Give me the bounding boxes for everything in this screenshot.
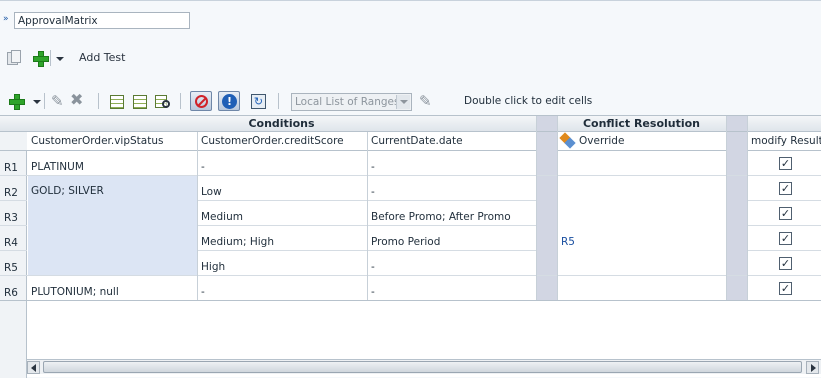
override-label: Override [579,135,625,147]
row-label-r6[interactable]: R6 [4,287,18,299]
conditions-group-header: Conditions [27,116,536,132]
horizontal-scrollbar[interactable] [27,359,821,374]
validate-button[interactable]: ! [218,91,240,111]
cell-date-r4[interactable]: Promo Period [367,236,440,248]
toolbar-separator [44,93,45,109]
cell-credit-r4[interactable]: Medium; High [197,236,274,248]
add-condition-column-icon[interactable] [110,95,124,109]
add-test-dropdown-icon[interactable] [56,57,64,61]
row-label-r5[interactable]: R5 [4,262,18,274]
column-divider [557,116,558,300]
chevron-down-icon[interactable] [396,95,410,109]
add-row-dropdown-icon[interactable] [33,100,41,104]
column-divider [747,116,748,300]
modify-result-checkbox-r2[interactable]: ✓ [779,182,792,195]
row-divider [0,300,821,301]
column-header-override[interactable]: Override [557,132,726,151]
row-divider [0,250,27,251]
row-divider [747,250,821,251]
edit-list-pencil-icon[interactable]: ✎ [419,93,432,109]
decision-table: Conditions Conflict Resolution CustomerO… [0,115,821,378]
row-divider [0,200,27,201]
cell-override-r4-link[interactable]: R5 [557,236,575,248]
row-header-corner [0,116,27,132]
list-select-value: Local List of Ranges [295,96,400,108]
edit-hint-text: Double click to edit cells [464,95,593,107]
add-test-icon[interactable] [33,51,49,67]
top-border [0,0,821,1]
refresh-icon[interactable]: ↻ [251,94,266,109]
cell-vip-r2[interactable]: GOLD; SILVER [27,185,104,197]
toolbar-separator [50,50,51,66]
toolbar-separator [98,93,99,109]
add-row-icon[interactable] [9,94,25,110]
row-label-r1[interactable]: R1 [4,162,18,174]
collapse-chevron-icon[interactable]: » [3,14,11,24]
prohibited-icon [195,95,208,108]
override-icon [559,132,576,149]
spacer-header [726,116,747,132]
cell-credit-r1[interactable]: - [197,161,205,173]
cell-date-r6[interactable]: - [367,286,375,298]
cell-credit-r6[interactable]: - [197,286,205,298]
spacer-header [536,116,557,132]
column-divider [726,116,727,300]
row-header-corner [0,132,27,151]
column-header-credit-score[interactable]: CustomerOrder.creditScore [197,132,367,151]
toolbar-separator [278,93,279,109]
cell-vip-r1[interactable]: PLATINUM [27,161,84,173]
row-label-r4[interactable]: R4 [4,237,18,249]
modify-result-checkbox-r4[interactable]: ✓ [779,232,792,245]
column-header-vip-status[interactable]: CustomerOrder.vipStatus [27,132,197,151]
row-divider [0,275,821,276]
scrollbar-thumb[interactable] [43,361,802,373]
conflict-resolution-group-header: Conflict Resolution [557,116,726,132]
clipboard-icon[interactable] [7,50,21,66]
cell-credit-r2[interactable]: Low [197,186,222,198]
column-divider [536,116,537,300]
cell-credit-r3[interactable]: Medium [197,211,243,223]
find-in-table-icon[interactable] [155,94,171,110]
row-divider [747,200,821,201]
add-action-column-icon[interactable] [133,95,147,109]
row-divider [0,225,27,226]
modify-result-checkbox-r5[interactable]: ✓ [779,257,792,270]
info-icon: ! [222,94,237,109]
row-label-r2[interactable]: R2 [4,187,18,199]
edit-pencil-icon[interactable]: ✎ [51,93,64,109]
modify-result-checkbox-r3[interactable]: ✓ [779,207,792,220]
row-divider [747,225,821,226]
matrix-name-input[interactable] [14,12,190,29]
disable-rule-button[interactable] [190,91,212,111]
cell-credit-r5[interactable]: High [197,261,225,273]
row-divider [0,175,821,176]
modify-result-checkbox-r6[interactable]: ✓ [779,282,792,295]
column-header-modify-result[interactable]: modify Result [747,132,821,151]
scroll-right-arrow-icon[interactable] [806,361,819,374]
cell-date-r5[interactable]: - [367,261,375,273]
column-header-current-date[interactable]: CurrentDate.date [367,132,536,151]
toolbar-separator [180,93,181,109]
cell-date-r3[interactable]: Before Promo; After Promo [367,211,511,223]
scroll-left-arrow-icon[interactable] [27,361,40,374]
cell-date-r1[interactable]: - [367,161,375,173]
add-test-button[interactable]: Add Test [79,51,125,64]
actions-group-header [747,116,821,132]
list-of-ranges-select[interactable]: Local List of Ranges [291,93,412,111]
cell-date-r2[interactable]: - [367,186,375,198]
modify-result-checkbox-r1[interactable]: ✓ [779,157,792,170]
row-label-r3[interactable]: R3 [4,212,18,224]
cell-vip-r6[interactable]: PLUTONIUM; null [27,286,119,298]
delete-icon[interactable]: ✖ [70,92,83,108]
